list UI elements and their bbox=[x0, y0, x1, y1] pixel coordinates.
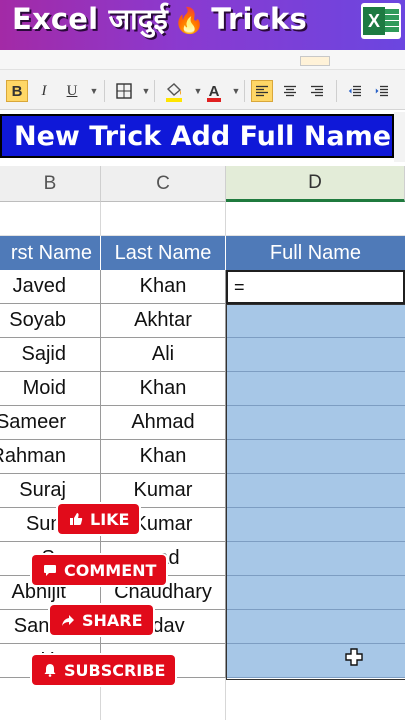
banner-title-right: Tricks bbox=[211, 2, 307, 36]
share-button[interactable]: SHARE bbox=[50, 605, 153, 635]
cell-first-name[interactable]: Javed bbox=[0, 270, 101, 304]
underline-button[interactable]: U bbox=[62, 80, 82, 102]
top-banner: Excel जादुई 🔥 Tricks X bbox=[0, 0, 405, 50]
excel-logo-grid bbox=[385, 9, 399, 33]
ribbon-top-row bbox=[0, 50, 405, 70]
cell-full-name[interactable] bbox=[226, 610, 405, 644]
column-header-c[interactable]: C bbox=[101, 166, 226, 202]
cell-last-name[interactable]: Kumar bbox=[101, 474, 226, 508]
banner-title: Excel जादुई 🔥 Tricks bbox=[12, 2, 307, 42]
cell-last-name[interactable]: Ahmad bbox=[101, 406, 226, 440]
font-color-button[interactable]: A bbox=[204, 80, 224, 102]
cell-last-name[interactable]: Khan bbox=[101, 440, 226, 474]
cell-last-name[interactable]: Khan bbox=[101, 270, 226, 304]
ribbon-separator bbox=[104, 80, 105, 102]
fire-icon: 🔥 bbox=[173, 6, 206, 35]
cell-full-name[interactable] bbox=[226, 440, 405, 474]
align-left-icon bbox=[256, 85, 268, 97]
table-row: Javed Khan = bbox=[0, 270, 405, 304]
share-arrow-icon bbox=[60, 612, 76, 628]
subscribe-button[interactable]: SUBSCRIBE bbox=[32, 655, 176, 685]
cell-first-name[interactable]: Soyab bbox=[0, 304, 101, 338]
align-center-button[interactable] bbox=[280, 80, 300, 102]
subscribe-label: SUBSCRIBE bbox=[64, 660, 166, 680]
borders-dropdown-arrow-icon[interactable]: ▼ bbox=[136, 80, 156, 102]
decrease-indent-button[interactable] bbox=[345, 80, 365, 102]
title-right-strip bbox=[394, 112, 405, 162]
plus-cursor-icon bbox=[345, 648, 363, 666]
header-cell-first-name[interactable]: rst Name bbox=[0, 236, 101, 270]
table-row: Sameer Ahmad bbox=[0, 406, 405, 440]
borders-icon bbox=[116, 83, 132, 99]
header-cell-last-name[interactable]: Last Name bbox=[101, 236, 226, 270]
excel-logo-letter: X bbox=[363, 7, 385, 35]
cell-first-name[interactable]: Moid bbox=[0, 372, 101, 406]
spreadsheet-grid[interactable]: B C D rst Name Last Name Full Name Javed… bbox=[0, 166, 405, 720]
align-right-icon bbox=[311, 85, 323, 97]
cell-first-name[interactable]: Sameer bbox=[0, 406, 101, 440]
cell-full-name[interactable] bbox=[226, 304, 405, 338]
font-color-swatch bbox=[207, 98, 221, 102]
borders-button[interactable] bbox=[114, 80, 134, 102]
table-row: Suraj Kumar bbox=[0, 474, 405, 508]
fill-color-button[interactable] bbox=[164, 80, 184, 102]
increase-indent-button[interactable] bbox=[372, 80, 392, 102]
comment-bubble-icon bbox=[42, 562, 58, 578]
table-row: Moid Khan bbox=[0, 372, 405, 406]
comment-button[interactable]: COMMENT bbox=[32, 555, 167, 585]
ribbon-chip bbox=[300, 56, 330, 66]
cell-full-name[interactable] bbox=[226, 406, 405, 440]
ribbon-separator bbox=[244, 80, 245, 102]
trick-title-box: New Trick Add Full Name bbox=[0, 114, 394, 158]
cell-last-name[interactable]: Akhtar bbox=[101, 304, 226, 338]
font-color-dropdown-arrow-icon[interactable]: ▼ bbox=[226, 80, 246, 102]
cell-full-name[interactable] bbox=[226, 576, 405, 610]
decrease-indent-icon bbox=[348, 85, 361, 97]
cell-full-name[interactable] bbox=[226, 508, 405, 542]
italic-button[interactable]: I bbox=[34, 80, 54, 102]
fill-color-swatch bbox=[166, 98, 182, 102]
cell-full-name[interactable] bbox=[226, 372, 405, 406]
cell-first-name[interactable]: Rahman bbox=[0, 440, 101, 474]
cell-last-name[interactable]: Ali bbox=[101, 338, 226, 372]
align-center-icon bbox=[284, 85, 296, 97]
thumbs-up-icon bbox=[68, 511, 84, 527]
cell-full-name[interactable] bbox=[226, 338, 405, 372]
cell-full-name[interactable] bbox=[226, 644, 405, 678]
ribbon-separator bbox=[154, 80, 155, 102]
underline-dropdown-arrow-icon[interactable]: ▼ bbox=[84, 80, 104, 102]
cell-last-name[interactable]: Khan bbox=[101, 372, 226, 406]
comment-label: COMMENT bbox=[64, 560, 157, 580]
cell-full-name[interactable] bbox=[226, 474, 405, 508]
cell-full-name-editing[interactable]: = bbox=[226, 270, 405, 304]
like-label: LIKE bbox=[90, 509, 130, 529]
align-right-button[interactable] bbox=[307, 80, 327, 102]
font-color-letter: A bbox=[208, 82, 220, 100]
header-cell-full-name[interactable]: Full Name bbox=[226, 236, 405, 270]
cell-full-name[interactable] bbox=[226, 542, 405, 576]
table-row: Soyab Akhtar bbox=[0, 304, 405, 338]
share-label: SHARE bbox=[82, 610, 143, 630]
column-header-b[interactable]: B bbox=[0, 166, 101, 202]
cell-first-name[interactable]: Suraj bbox=[0, 474, 101, 508]
bold-button[interactable]: B bbox=[6, 80, 28, 102]
ribbon-toolbar: B I U ▼ ▼ ▼ A ▼ bbox=[0, 50, 405, 110]
align-left-button[interactable] bbox=[251, 80, 273, 102]
increase-indent-icon bbox=[375, 85, 388, 97]
table-row: Rahman Khan bbox=[0, 440, 405, 474]
bell-icon bbox=[42, 662, 58, 678]
like-button[interactable]: LIKE bbox=[58, 504, 140, 534]
column-header-d[interactable]: D bbox=[226, 166, 405, 202]
table-row: Sajid Ali bbox=[0, 338, 405, 372]
excel-logo-icon: X bbox=[361, 3, 401, 39]
ribbon-separator bbox=[336, 80, 337, 102]
banner-title-left: Excel जादुई bbox=[12, 2, 168, 36]
cell-first-name[interactable]: Sajid bbox=[0, 338, 101, 372]
